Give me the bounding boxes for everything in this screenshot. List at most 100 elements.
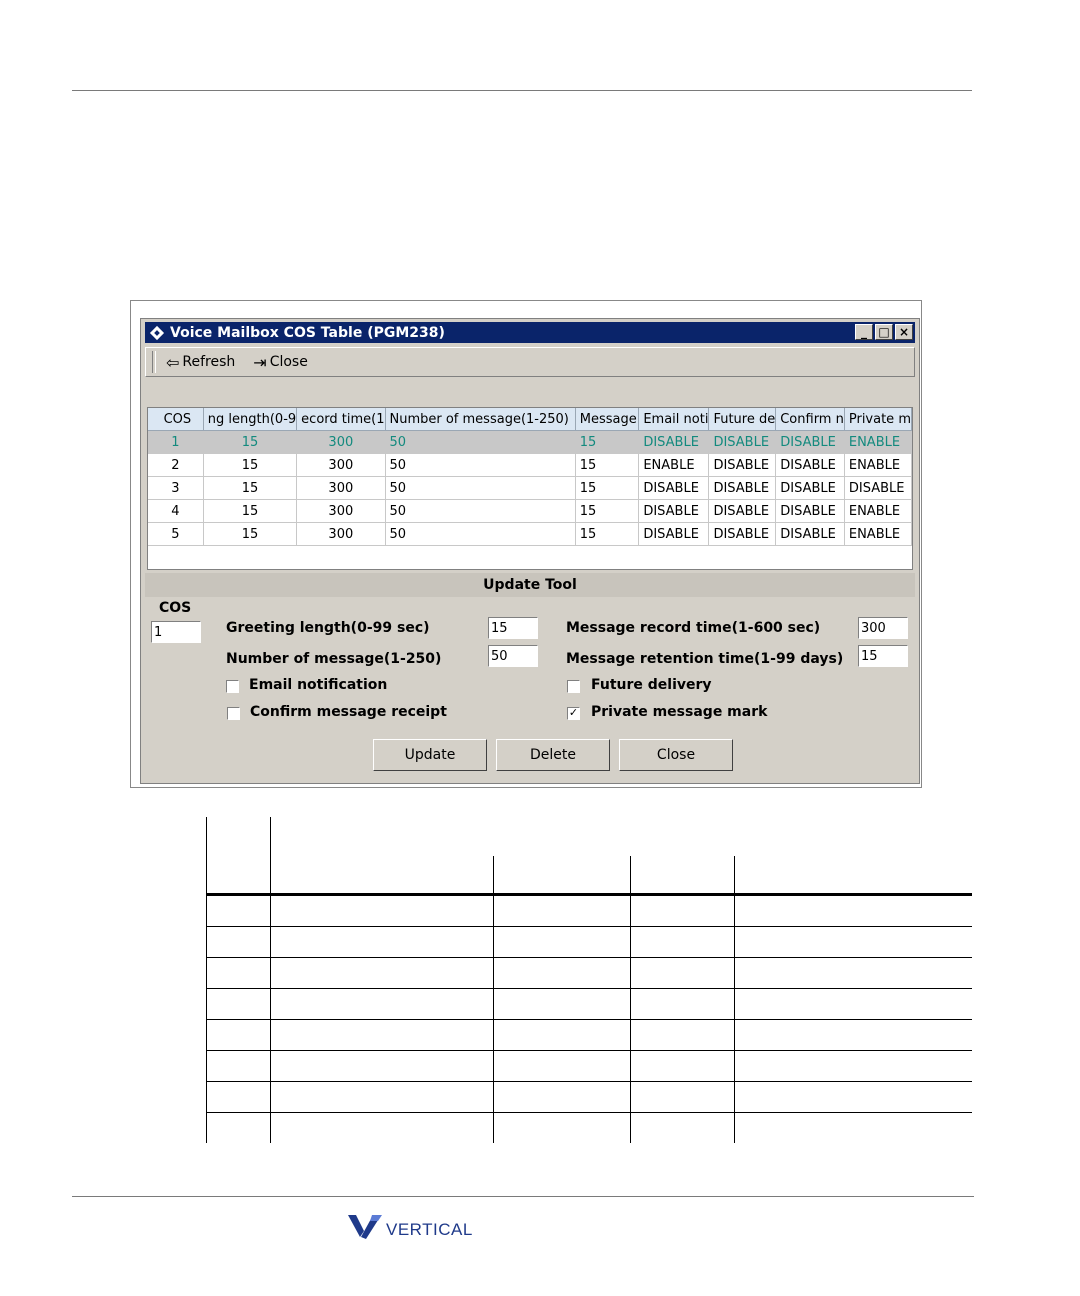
cell-record: 300 bbox=[296, 499, 386, 523]
cell-greeting: 15 bbox=[203, 476, 298, 500]
confirm-receipt-label: Confirm message receipt bbox=[250, 704, 447, 720]
col-header-private[interactable]: Private m bbox=[844, 408, 912, 431]
window-title: Voice Mailbox COS Table (PGM238) bbox=[170, 324, 445, 341]
back-arrow-icon: ⇦ bbox=[166, 352, 180, 372]
cell-confirm: DISABLE bbox=[775, 430, 845, 454]
minimize-button[interactable]: _ bbox=[855, 324, 873, 340]
toolbar-close-button[interactable]: ⇥ Close bbox=[253, 353, 308, 372]
refresh-button[interactable]: ⇦ Refresh bbox=[166, 353, 235, 372]
cell-retention: 15 bbox=[575, 430, 640, 454]
cos-grid[interactable]: COS ng length(0-9 ecord time(1 Number of… bbox=[147, 407, 913, 570]
cell-record: 300 bbox=[296, 522, 386, 546]
cos-table: COS ng length(0-9 ecord time(1 Number of… bbox=[148, 408, 912, 546]
update-button[interactable]: Update bbox=[373, 739, 487, 771]
retention-time-input[interactable] bbox=[858, 645, 908, 667]
col-header-cos[interactable]: COS bbox=[148, 408, 204, 431]
cell-future: DISABLE bbox=[708, 522, 777, 546]
cell-private: DISABLE bbox=[844, 476, 912, 500]
cell-greeting: 15 bbox=[203, 430, 298, 454]
cell-confirm: DISABLE bbox=[775, 476, 845, 500]
cell-private: ENABLE bbox=[844, 499, 912, 523]
cell-private: ENABLE bbox=[844, 522, 912, 546]
greeting-length-label: Greeting length(0-99 sec) bbox=[226, 620, 430, 636]
table-row[interactable]: 2 15 300 50 15 ENABLE DISABLE DISABLE EN… bbox=[148, 453, 912, 477]
delete-button[interactable]: Delete bbox=[496, 739, 610, 771]
col-header-greeting[interactable]: ng length(0-9 bbox=[203, 408, 298, 431]
cell-number: 50 bbox=[385, 522, 576, 546]
cell-greeting: 15 bbox=[203, 499, 298, 523]
cell-email: DISABLE bbox=[638, 476, 710, 500]
cell-confirm: DISABLE bbox=[775, 522, 845, 546]
col-header-future[interactable]: Future de bbox=[708, 408, 777, 431]
close-window-button[interactable]: × bbox=[895, 324, 913, 340]
cell-future: DISABLE bbox=[708, 453, 777, 477]
number-of-message-label: Number of message(1-250) bbox=[226, 651, 442, 667]
top-rule bbox=[72, 90, 972, 91]
retention-time-label: Message retention time(1-99 days) bbox=[566, 651, 844, 667]
cell-retention: 15 bbox=[575, 522, 640, 546]
cell-retention: 15 bbox=[575, 499, 640, 523]
col-header-email[interactable]: Email noti bbox=[638, 408, 710, 431]
private-message-label: Private message mark bbox=[591, 704, 768, 720]
grid-header-row: COS ng length(0-9 ecord time(1 Number of… bbox=[148, 408, 912, 431]
vertical-logo: VERTICAL bbox=[348, 1214, 473, 1240]
cell-number: 50 bbox=[385, 453, 576, 477]
refresh-label: Refresh bbox=[182, 354, 236, 370]
toolbar-grip bbox=[152, 351, 156, 373]
cell-private: ENABLE bbox=[844, 453, 912, 477]
cell-greeting: 15 bbox=[203, 522, 298, 546]
cell-record: 300 bbox=[296, 430, 386, 454]
cell-number: 50 bbox=[385, 499, 576, 523]
cell-email: ENABLE bbox=[638, 453, 710, 477]
cos-table-window: Voice Mailbox COS Table (PGM238) _ □ × ⇦… bbox=[140, 318, 920, 784]
title-bar[interactable]: Voice Mailbox COS Table (PGM238) _ □ × bbox=[145, 322, 915, 343]
bottom-rule bbox=[72, 1196, 974, 1197]
cell-future: DISABLE bbox=[708, 476, 777, 500]
cell-cos: 4 bbox=[148, 499, 204, 523]
app-diamond-icon bbox=[150, 326, 164, 340]
cell-record: 300 bbox=[296, 476, 386, 500]
close-button[interactable]: Close bbox=[619, 739, 733, 771]
cell-record: 300 bbox=[296, 453, 386, 477]
table-row[interactable]: 4 15 300 50 15 DISABLE DISABLE DISABLE E… bbox=[148, 499, 912, 523]
cell-cos: 5 bbox=[148, 522, 204, 546]
exit-arrow-icon: ⇥ bbox=[253, 352, 267, 372]
cos-input[interactable] bbox=[151, 621, 201, 643]
number-of-message-input[interactable] bbox=[488, 645, 538, 667]
cell-cos: 2 bbox=[148, 453, 204, 477]
cell-future: DISABLE bbox=[708, 499, 777, 523]
maximize-button[interactable]: □ bbox=[875, 324, 893, 340]
logo-text: VERTICAL bbox=[386, 1220, 473, 1239]
col-header-record[interactable]: ecord time(1 bbox=[296, 408, 386, 431]
toolbar: ⇦ Refresh ⇥ Close bbox=[145, 347, 915, 377]
update-tool-header: Update Tool bbox=[145, 573, 915, 597]
cell-confirm: DISABLE bbox=[775, 499, 845, 523]
confirm-receipt-checkbox[interactable] bbox=[227, 707, 240, 720]
cell-email: DISABLE bbox=[638, 430, 710, 454]
col-header-retention[interactable]: Message bbox=[575, 408, 640, 431]
cell-email: DISABLE bbox=[638, 522, 710, 546]
close-label: Close bbox=[269, 354, 308, 370]
future-delivery-checkbox[interactable] bbox=[567, 680, 580, 693]
record-time-label: Message record time(1-600 sec) bbox=[566, 620, 821, 636]
cell-number: 50 bbox=[385, 476, 576, 500]
table-row[interactable]: 1 15 300 50 15 DISABLE DISABLE DISABLE E… bbox=[148, 430, 912, 454]
greeting-length-input[interactable] bbox=[488, 617, 538, 639]
col-header-confirm[interactable]: Confirm n bbox=[775, 408, 845, 431]
record-time-input[interactable] bbox=[858, 617, 908, 639]
table-row[interactable]: 5 15 300 50 15 DISABLE DISABLE DISABLE E… bbox=[148, 522, 912, 546]
cell-cos: 3 bbox=[148, 476, 204, 500]
cell-cos: 1 bbox=[148, 430, 204, 454]
cell-retention: 15 bbox=[575, 453, 640, 477]
private-message-checkbox[interactable]: ✓ bbox=[567, 707, 580, 720]
cell-private: ENABLE bbox=[844, 430, 912, 454]
col-header-number[interactable]: Number of message(1-250) bbox=[385, 408, 576, 431]
email-notification-label: Email notification bbox=[249, 677, 388, 693]
cell-email: DISABLE bbox=[638, 499, 710, 523]
cell-greeting: 15 bbox=[203, 453, 298, 477]
cell-number: 50 bbox=[385, 430, 576, 454]
email-notification-checkbox[interactable] bbox=[226, 680, 239, 693]
table-row[interactable]: 3 15 300 50 15 DISABLE DISABLE DISABLE D… bbox=[148, 476, 912, 500]
cell-future: DISABLE bbox=[708, 430, 777, 454]
cos-label: COS bbox=[159, 600, 192, 616]
